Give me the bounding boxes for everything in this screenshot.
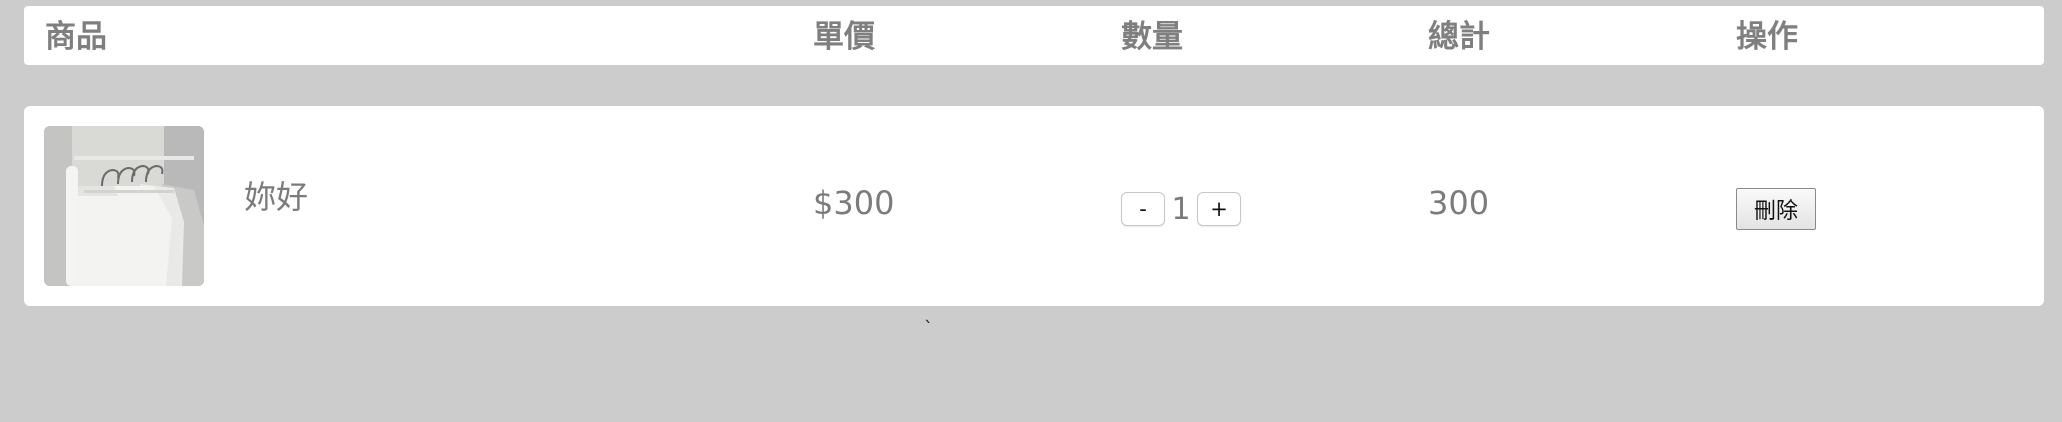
quantity-stepper: - 1 +	[1121, 191, 1241, 227]
header-product: 商品	[45, 19, 107, 55]
cart-item-row: 妳好 $300 - 1 + 300 刪除	[24, 106, 2044, 306]
cart-table-header: 商品 單價 數量 總計 操作	[24, 6, 2044, 65]
unit-price: $300	[813, 184, 895, 222]
quantity-value: 1	[1171, 191, 1191, 227]
header-action: 操作	[1736, 19, 1798, 55]
product-name[interactable]: 妳好	[244, 172, 308, 218]
tshirt-hanger-image-icon	[44, 126, 204, 286]
item-total: 300	[1428, 184, 1490, 222]
header-total: 總計	[1428, 19, 1490, 55]
increment-button[interactable]: +	[1197, 192, 1241, 226]
delete-button[interactable]: 刪除	[1736, 188, 1816, 230]
product-image	[44, 126, 204, 286]
stray-text-mark: `	[924, 318, 933, 339]
header-quantity: 數量	[1121, 19, 1183, 55]
header-unit-price: 單價	[813, 19, 875, 55]
decrement-button[interactable]: -	[1121, 192, 1165, 226]
